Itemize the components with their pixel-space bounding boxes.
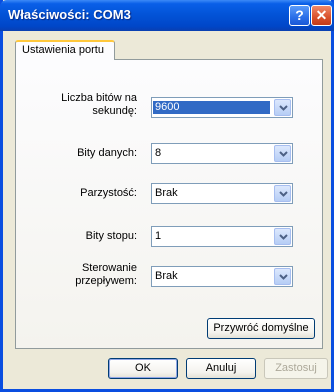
cancel-button[interactable]: Anuluj (186, 358, 256, 379)
parity-select[interactable]: Brak (151, 183, 293, 204)
window-title: Właściwości: COM3 (8, 7, 131, 22)
properties-dialog: Właściwości: COM3 ? ✕ Ustawienia portu L… (0, 0, 334, 392)
close-icon: ✕ (315, 7, 328, 23)
flow-control-label: Sterowanie przepływem: (75, 262, 137, 287)
baud-rate-label: Liczba bitów na sekundę: (61, 92, 137, 117)
chevron-down-icon[interactable] (274, 185, 291, 202)
stop-bits-value: 1 (155, 230, 162, 242)
stop-bits-select[interactable]: 1 (151, 226, 293, 247)
data-bits-value: 8 (155, 147, 162, 159)
baud-rate-value: 9600 (153, 101, 270, 114)
flow-control-value: Brak (155, 270, 178, 282)
data-bits-label: Bity danych: (77, 147, 137, 159)
chevron-down-icon[interactable] (274, 228, 291, 245)
help-icon: ? (295, 7, 304, 23)
parity-value: Brak (155, 187, 178, 199)
title-bar[interactable]: Właściwości: COM3 ? ✕ (0, 0, 334, 31)
chevron-down-icon[interactable] (274, 99, 291, 116)
flow-control-select[interactable]: Brak (151, 266, 293, 287)
chevron-down-icon[interactable] (274, 145, 291, 162)
baud-rate-select[interactable]: 9600 (151, 97, 293, 118)
parity-label: Parzystość: (80, 187, 137, 199)
apply-button: Zastosuj (264, 358, 328, 379)
ok-button[interactable]: OK (108, 358, 178, 379)
stop-bits-label: Bity stopu: (85, 230, 137, 242)
help-button[interactable]: ? (289, 5, 310, 26)
chevron-down-icon[interactable] (274, 268, 291, 285)
close-button[interactable]: ✕ (311, 5, 332, 26)
data-bits-select[interactable]: 8 (151, 143, 293, 164)
tab-port-settings[interactable]: Ustawienia portu (15, 40, 115, 60)
restore-defaults-button[interactable]: Przywróć domyślne (207, 318, 315, 339)
tab-label: Ustawienia portu (22, 44, 104, 56)
